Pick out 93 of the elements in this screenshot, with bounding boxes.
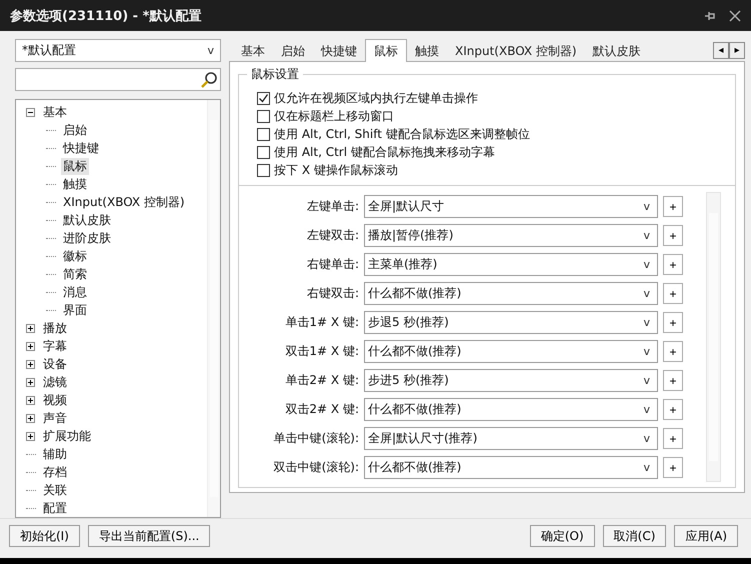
checkbox[interactable] (257, 92, 270, 104)
tree-item[interactable]: 消息 (61, 284, 89, 300)
checkbox-label: 按下 X 键操作鼠标滚动 (274, 162, 398, 178)
checkbox-label: 仅在标题栏上移动窗口 (274, 108, 394, 124)
action-label: 右键单击: (306, 256, 359, 273)
tab[interactable]: 基本 (233, 41, 273, 61)
action-dropdown[interactable]: 播放|暂停(推荐) v (364, 224, 658, 247)
checkbox[interactable] (257, 110, 270, 122)
search-icon[interactable] (200, 70, 218, 88)
scrollbar[interactable] (207, 100, 220, 517)
tree-item[interactable]: 字幕 (41, 338, 69, 354)
action-label: 左键单击: (306, 198, 359, 215)
action-label: 双击2# X 键: (284, 401, 359, 418)
tab[interactable]: 鼠标 (365, 39, 407, 62)
expander-icon[interactable] (26, 378, 35, 386)
action-label: 左键双击: (306, 227, 359, 244)
action-label: 右键双击: (306, 285, 359, 302)
action-dropdown[interactable]: 什么都不做(推荐) v (364, 456, 658, 479)
tab[interactable]: 启始 (273, 41, 313, 61)
action-label: 单击中键(滚轮): (272, 430, 359, 447)
tree-item[interactable]: 配置 (41, 500, 69, 516)
checkbox-label: 使用 Alt, Ctrl, Shift 键配合鼠标选区来调整帧位 (274, 126, 530, 142)
dialog-button[interactable]: 取消(C) (602, 525, 666, 547)
add-button[interactable]: + (663, 283, 683, 304)
scrollbar[interactable] (706, 192, 721, 482)
tree-item[interactable]: 鼠标 (61, 158, 89, 174)
expander-icon[interactable] (26, 432, 35, 440)
action-label: 双击中键(滚轮): (272, 459, 359, 476)
action-label: 单击1# X 键: (284, 314, 359, 331)
tree-item[interactable]: 播放 (41, 320, 69, 336)
tab-scroll-button[interactable]: ◂ (713, 42, 729, 59)
action-dropdown[interactable]: 什么都不做(推荐) v (364, 398, 658, 421)
expander-icon[interactable] (26, 396, 35, 404)
add-button[interactable]: + (663, 312, 683, 333)
tree-item[interactable]: 滤镜 (41, 374, 69, 390)
action-dropdown[interactable]: 步进5 秒(推荐) v (364, 369, 658, 392)
tree-item[interactable]: 视频 (41, 392, 69, 408)
action-dropdown[interactable]: 主菜单(推荐) v (364, 253, 658, 276)
add-button[interactable]: + (663, 341, 683, 362)
tab-scroll-button[interactable]: ▸ (729, 42, 745, 59)
search-field[interactable] (15, 68, 221, 91)
dialog-button[interactable]: 确定(O) (530, 525, 595, 547)
tree-item[interactable]: 进阶皮肤 (61, 230, 113, 246)
expander-icon[interactable] (26, 360, 35, 368)
dialog-button[interactable]: 初始化(I) (9, 525, 80, 547)
tree-item[interactable]: 界面 (61, 302, 89, 318)
checkbox-label: 仅允许在视频区域内执行左键单击操作 (274, 90, 478, 106)
expander-icon[interactable] (26, 342, 35, 350)
checkbox[interactable] (257, 128, 270, 140)
tree-item[interactable]: 存档 (41, 464, 69, 480)
expander-icon[interactable] (26, 324, 35, 332)
action-label: 单击2# X 键: (284, 372, 359, 389)
action-dropdown[interactable]: 全屏|默认尺寸 v (364, 195, 658, 218)
tab[interactable]: 触摸 (407, 41, 447, 61)
tree-item[interactable]: 设备 (41, 356, 69, 372)
add-button[interactable]: + (663, 428, 683, 449)
add-button[interactable]: + (663, 457, 683, 478)
window-title: 参数选项(231110) - *默认配置 (10, 8, 202, 24)
action-dropdown[interactable]: 什么都不做(推荐) v (364, 340, 658, 363)
tree-item[interactable]: 基本 (41, 104, 69, 120)
tree-item[interactable]: 触摸 (61, 176, 89, 192)
tab[interactable]: 快捷键 (313, 41, 365, 61)
add-button[interactable]: + (663, 225, 683, 246)
tree-item[interactable]: 默认皮肤 (61, 212, 113, 228)
action-dropdown[interactable]: 步退5 秒(推荐) v (364, 311, 658, 334)
tree-item[interactable]: 启始 (61, 122, 89, 138)
tree-item[interactable]: 扩展功能 (41, 428, 93, 444)
action-label: 双击1# X 键: (284, 343, 359, 360)
tab[interactable]: XInput(XBOX 控制器) (447, 41, 585, 61)
checkbox[interactable] (257, 146, 270, 158)
checkbox-label: 使用 Alt, Ctrl 键配合鼠标拖拽来移动字幕 (274, 144, 495, 160)
expander-icon[interactable] (26, 108, 35, 116)
checkbox[interactable] (257, 164, 270, 176)
tree-item[interactable]: 关联 (41, 482, 69, 498)
close-icon[interactable] (729, 10, 741, 22)
add-button[interactable]: + (663, 196, 683, 217)
action-dropdown[interactable]: 全屏|默认尺寸(推荐) v (364, 427, 658, 450)
tab[interactable]: 默认皮肤 (584, 41, 649, 61)
dialog-button[interactable]: 导出当前配置(S)... (88, 525, 210, 547)
dialog-button[interactable]: 应用(A) (674, 525, 738, 547)
tree-item[interactable]: 徽标 (61, 248, 89, 264)
action-dropdown[interactable]: 什么都不做(推荐) v (364, 282, 658, 305)
group-title: 鼠标设置 (247, 66, 303, 83)
expander-icon[interactable] (26, 414, 35, 422)
tree-item[interactable]: 快捷键 (61, 140, 101, 156)
tree-item[interactable]: 辅助 (41, 446, 69, 462)
tree-item[interactable]: 简索 (61, 266, 89, 282)
tree-item[interactable]: XInput(XBOX 控制器) (61, 194, 187, 210)
profile-dropdown[interactable]: *默认配置 v (15, 39, 221, 62)
add-button[interactable]: + (663, 254, 683, 275)
add-button[interactable]: + (663, 399, 683, 420)
tree-item[interactable]: 声音 (41, 410, 69, 426)
add-button[interactable]: + (663, 370, 683, 391)
